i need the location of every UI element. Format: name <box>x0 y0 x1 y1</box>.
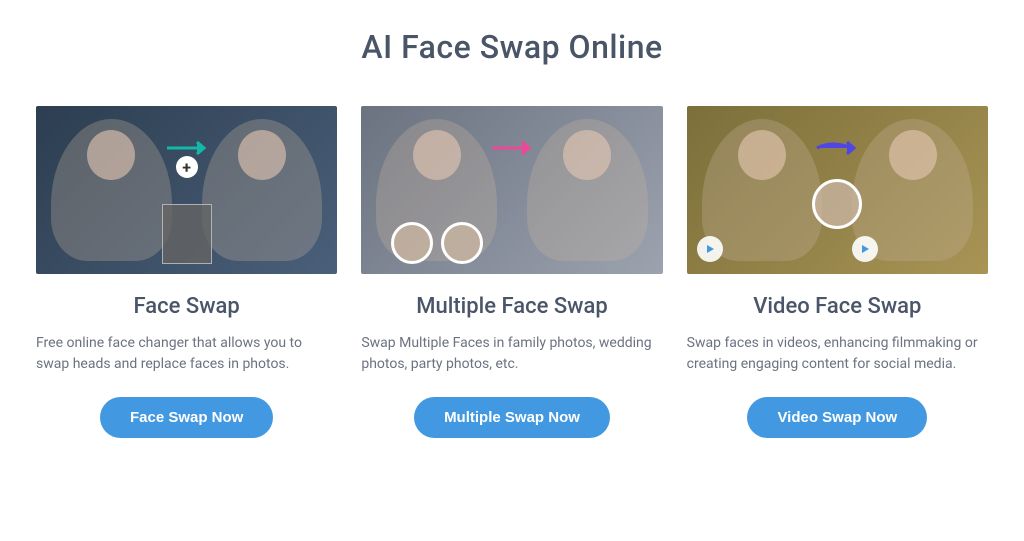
card-description: Free online face changer that allows you… <box>36 333 337 375</box>
inset-face-thumbnail <box>162 204 212 264</box>
card-title: Video Face Swap <box>687 294 988 319</box>
page-title: AI Face Swap Online <box>36 28 988 66</box>
card-video-face-swap: Video Face Swap Swap faces in videos, en… <box>687 106 988 438</box>
card-multiple-face-swap: Multiple Face Swap Swap Multiple Faces i… <box>361 106 662 438</box>
plus-icon: + <box>176 156 198 178</box>
cards-container: + Face Swap Free online face changer tha… <box>36 106 988 438</box>
card-description: Swap Multiple Faces in family photos, we… <box>361 333 662 375</box>
card-description: Swap faces in videos, enhancing filmmaki… <box>687 333 988 375</box>
arrow-right-icon <box>812 138 862 158</box>
card-title: Face Swap <box>36 294 337 319</box>
card-image-multiple-face-swap <box>361 106 662 274</box>
card-image-face-swap: + <box>36 106 337 274</box>
multiple-swap-now-button[interactable]: Multiple Swap Now <box>414 397 610 438</box>
face-thumbnail-circle <box>812 179 862 229</box>
video-swap-now-button[interactable]: Video Swap Now <box>747 397 927 438</box>
card-title: Multiple Face Swap <box>361 294 662 319</box>
card-image-video-face-swap <box>687 106 988 274</box>
play-icon <box>852 236 878 262</box>
play-icon <box>697 236 723 262</box>
arrow-right-icon <box>487 138 537 158</box>
arrow-right-icon <box>162 138 212 158</box>
card-face-swap: + Face Swap Free online face changer tha… <box>36 106 337 438</box>
face-swap-now-button[interactable]: Face Swap Now <box>100 397 273 438</box>
